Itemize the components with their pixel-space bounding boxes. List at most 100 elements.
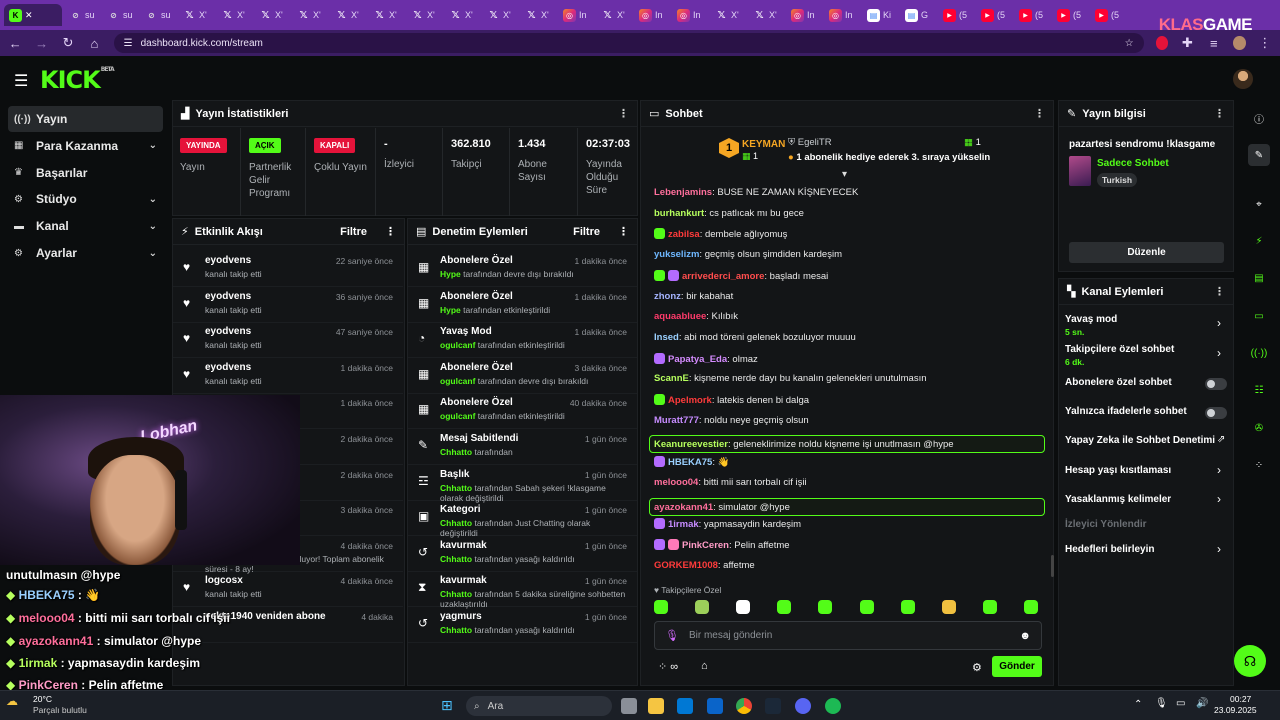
steam-icon[interactable] (765, 698, 781, 714)
chat-username[interactable]: GORKEM1008 (654, 560, 718, 571)
chevron-right-icon[interactable]: › (1217, 316, 1221, 330)
channel-action-toggle[interactable] (1205, 378, 1227, 390)
chat-message[interactable]: arrivederci_amore: başladı mesai (654, 269, 828, 282)
info-icon[interactable]: ⓘ (1248, 107, 1270, 129)
chat-message[interactable]: PinkCeren: Pelin affetme (654, 538, 790, 551)
chevron-right-icon[interactable]: › (1217, 492, 1221, 506)
sidebar-item-1[interactable]: ▦ Para Kazanma ⌄ (8, 133, 163, 159)
browser-tab[interactable]: ▶ (5 (1052, 4, 1088, 26)
emote-icon[interactable] (654, 600, 668, 614)
chat-username[interactable]: melooo04 (654, 477, 698, 488)
chat-username[interactable]: ScannE (654, 373, 689, 384)
browser-tab[interactable]: 𝕏 X' (710, 4, 746, 26)
chat-username[interactable]: zhonz (654, 291, 681, 302)
channel-action-6[interactable]: Yasaklanmış kelimeler (1065, 494, 1230, 505)
weather-icon[interactable]: ☁ (6, 694, 18, 708)
chat-message[interactable]: Apelmork: latekis denen bi dalga (654, 394, 809, 406)
browser-tab[interactable]: ◎ In (558, 4, 594, 26)
moderation-more-icon[interactable]: ⋮ (618, 225, 629, 238)
channel-action-8[interactable]: Hedefleri belirleyin (1065, 544, 1230, 555)
browser-tab[interactable]: ◎ In (786, 4, 822, 26)
chat-message[interactable]: HBEKA75: 👋 (654, 456, 729, 468)
channel-action-4[interactable]: Yapay Zeka ile Sohbet Denetimi (1065, 435, 1230, 446)
browser-tab[interactable]: 𝕏 X' (216, 4, 252, 26)
moderator-name[interactable]: Hype (440, 269, 461, 279)
moderator-name[interactable]: Chhatto (440, 518, 472, 528)
activity-filter-button[interactable]: Filtre (340, 226, 367, 238)
emote-icon[interactable] (859, 600, 874, 614)
discord-icon[interactable] (795, 698, 811, 714)
store-app-icon[interactable] (677, 698, 693, 714)
browser-tab[interactable]: 𝕏 X' (178, 4, 214, 26)
chat-message[interactable]: melooo04: bitti mii sarı torbalı cif işi… (654, 477, 807, 488)
emote-icon[interactable] (982, 600, 997, 614)
browser-tab[interactable]: ⊘ su (64, 4, 100, 26)
moderation-row[interactable]: ▣ Kategori Chhatto tarafından Just Chattin… (408, 500, 637, 538)
moderator-name[interactable]: Chhatto (440, 589, 472, 599)
browser-tab[interactable]: 𝕏 X' (444, 4, 480, 26)
store-icon[interactable]: ⌂ (701, 660, 708, 672)
browser-tab[interactable]: ⊘ su (140, 4, 176, 26)
moderator-name[interactable]: Chhatto (440, 625, 472, 635)
chat-more-icon[interactable]: ⋮ (1034, 107, 1045, 120)
reload-button[interactable]: ↻ (61, 35, 75, 51)
network-icon[interactable]: ▭ (1176, 698, 1185, 709)
browser-tab[interactable]: ▶ (5 (938, 4, 974, 26)
activity-username[interactable]: logcosx (205, 575, 243, 586)
browser-tab[interactable]: ▶ (5 (1090, 4, 1126, 26)
channel-action-0[interactable]: Yavaş mod 5 sn. (1065, 314, 1230, 337)
browser-tab[interactable]: ⊘ su (102, 4, 138, 26)
chevron-down-icon[interactable]: ⌄ (149, 140, 157, 151)
chat-message[interactable]: Insed: abi mod töreni gelenek bozuluyor … (654, 332, 856, 343)
chat-message[interactable]: zhonz: bir kabahat (654, 291, 733, 302)
emote-icon[interactable] (941, 600, 956, 614)
sidebar-item-5[interactable]: ⚙ Ayarlar ⌄ (8, 240, 163, 266)
chevron-right-icon[interactable]: › (1217, 463, 1221, 477)
chat-username[interactable]: PinkCeren (682, 540, 729, 551)
browser-tab[interactable]: 𝕏 X' (596, 4, 632, 26)
language-tag[interactable]: Turkish (1097, 173, 1138, 187)
sidebar-item-4[interactable]: ▬ Kanal ⌄ (8, 213, 163, 239)
activity-username[interactable]: eyodvens (205, 255, 251, 266)
moderator-name[interactable]: Hype (440, 305, 461, 315)
chat-username[interactable]: 1irmak (668, 519, 699, 530)
microphone-icon[interactable]: 🎙 (665, 629, 679, 642)
browser-tab[interactable]: 𝕏 X' (482, 4, 518, 26)
browser-tab[interactable]: ▶ (5 (1014, 4, 1050, 26)
chat-settings-icon[interactable]: ⚙ (972, 661, 982, 674)
browser-tab[interactable]: 𝕏 X' (292, 4, 328, 26)
tray-mic-icon[interactable]: 🎙 (1155, 698, 1168, 709)
moderation-row[interactable]: ◔ Yavaş Mod ogulcanf tarafından etkinleşti… (408, 322, 637, 359)
chevron-down-icon[interactable]: ⌄ (149, 221, 157, 232)
activity-row[interactable]: ♥ logcosx kanalı takip etti 4 dakika önce (173, 571, 403, 608)
external-link-icon[interactable]: ⇗ (1217, 434, 1225, 445)
moderation-row[interactable]: ▦ Abonelere Özel Hype tarafından etkinleşt… (408, 287, 637, 323)
browser-tab[interactable]: K ✕ (4, 4, 62, 26)
browser-tab[interactable]: ◎ In (634, 4, 670, 26)
activity-username[interactable]: eyodvens (205, 291, 251, 302)
chat-username[interactable]: burhankurt (654, 208, 704, 219)
moderation-row[interactable]: ↺ yagmurs Chhatto tarafından yasağı kaldır… (408, 607, 637, 643)
activity-username[interactable]: eyodvens (205, 362, 251, 373)
back-button[interactable]: ← (8, 36, 22, 51)
chat-username[interactable]: Muratt777 (654, 415, 699, 426)
task-view-icon[interactable] (621, 698, 637, 714)
moderation-row[interactable]: ✎ Mesaj Sabitlendi Chhatto tarafından 1 gün… (408, 429, 637, 465)
browser-tab[interactable]: ▤ G (900, 4, 936, 26)
bookmark-star-icon[interactable]: ☆ (1125, 38, 1134, 49)
chat-username[interactable]: yukselizm (654, 249, 699, 260)
browser-tab[interactable]: 𝕏 X' (254, 4, 290, 26)
weather-desc[interactable]: Parçalı bulutlu (33, 705, 87, 715)
chat-message[interactable]: aquaabluee: Kılıbık (654, 311, 738, 322)
clipboard-side-icon[interactable]: ▤ (1248, 267, 1270, 289)
chat-username[interactable]: HBEKA75 (668, 457, 712, 468)
taskbar-search[interactable]: ⌕ Ara (466, 696, 612, 716)
moderation-row[interactable]: ▦ Abonelere Özel ogulcanf tarafından devre… (408, 358, 637, 394)
chat-username[interactable]: aquaabluee (654, 311, 706, 322)
user-avatar[interactable] (1233, 69, 1253, 89)
scroll-down-icon[interactable]: ▾ (842, 169, 847, 180)
emote-icon[interactable] (695, 600, 710, 614)
browser-menu-icon[interactable]: ⋮ (1258, 35, 1272, 51)
users-icon[interactable]: ☷ (1248, 379, 1270, 401)
chat-message[interactable]: yukselizm: geçmiş olsun şimdiden kardeşi… (654, 249, 842, 260)
